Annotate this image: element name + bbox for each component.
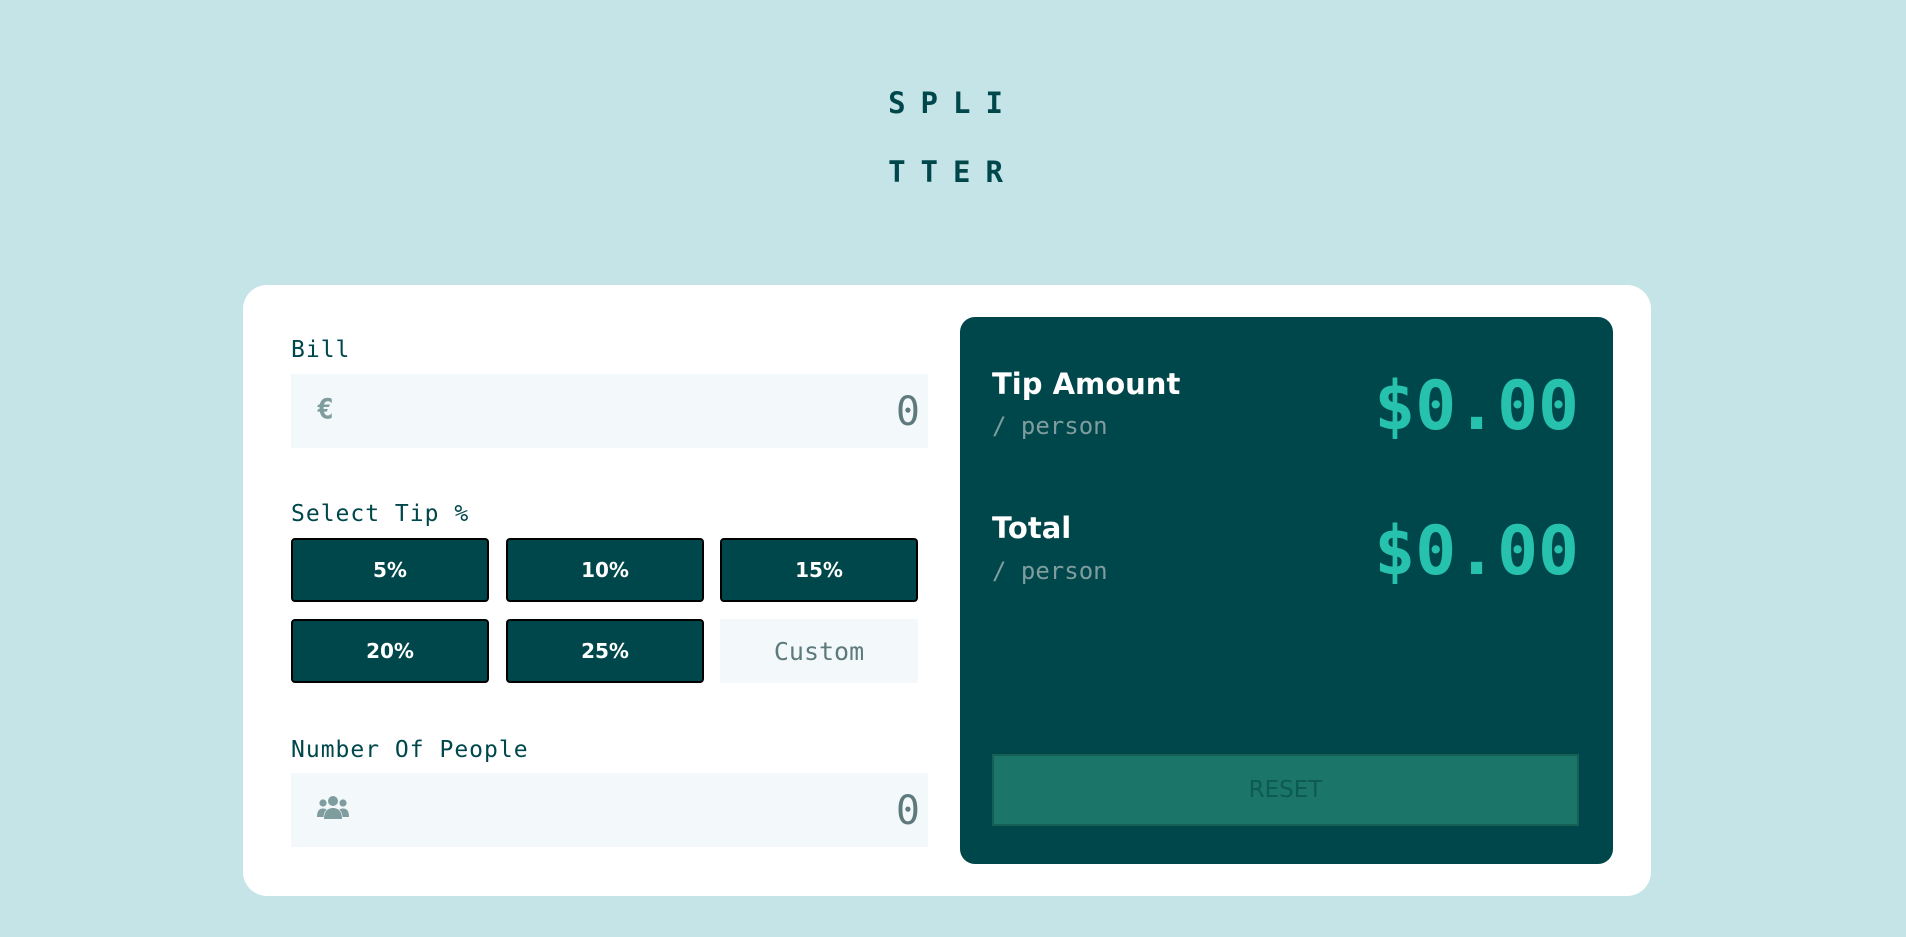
tip-amount-value: $0.00 (1374, 367, 1579, 446)
result-panel: Tip Amount / person $0.00 Total / person… (960, 317, 1613, 864)
euro-icon: € (317, 392, 334, 425)
calculator-card: Bill € 0 Select Tip % 5% 10% 15% 20% 25%… (243, 285, 1651, 896)
tip-amount-label: Tip Amount (992, 367, 1181, 401)
tip-20-button[interactable]: 20% (291, 619, 489, 683)
tip-5-button[interactable]: 5% (291, 538, 489, 602)
people-input[interactable]: 0 (291, 773, 928, 847)
select-tip-label: Select Tip % (291, 501, 470, 527)
people-input-value[interactable]: 0 (896, 788, 920, 834)
bill-label: Bill (291, 337, 351, 363)
total-value: $0.00 (1374, 512, 1579, 591)
bill-input[interactable]: € 0 (291, 374, 928, 448)
tip-custom-input[interactable]: Custom (720, 619, 918, 683)
tip-25-button[interactable]: 25% (506, 619, 704, 683)
total-per-person-label: / person (992, 557, 1108, 585)
total-label: Total (992, 511, 1072, 545)
people-icon (317, 793, 349, 828)
app-logo-line-1: SPLI (888, 86, 1018, 120)
tip-10-button[interactable]: 10% (506, 538, 704, 602)
reset-button[interactable]: RESET (992, 754, 1579, 826)
app-logo-line-2: TTER (888, 155, 1018, 189)
number-of-people-label: Number Of People (291, 737, 529, 763)
tip-15-button[interactable]: 15% (720, 538, 918, 602)
bill-input-value[interactable]: 0 (896, 389, 920, 435)
tip-amount-per-person-label: / person (992, 412, 1108, 440)
